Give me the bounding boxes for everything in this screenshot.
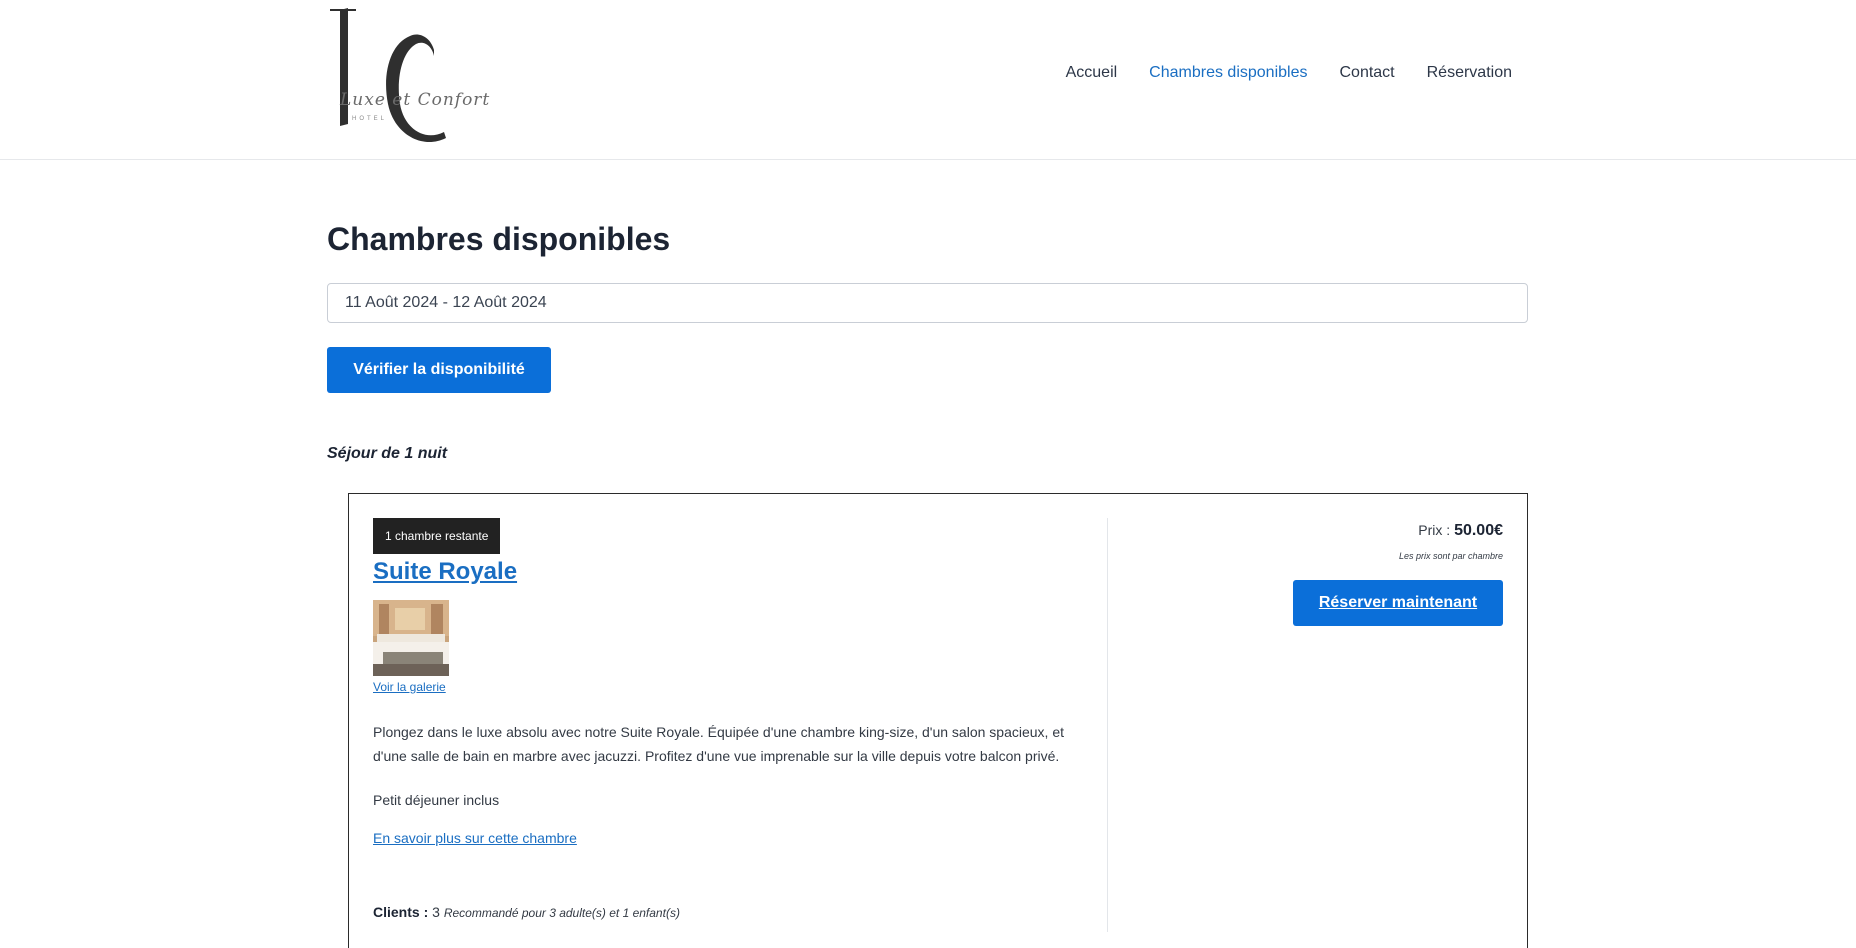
rooms-remaining-badge: 1 chambre restante <box>373 518 501 554</box>
room-card: 1 chambre restante Suite Royale Voir la … <box>348 493 1528 948</box>
logo-hotel-text: HOTEL <box>352 116 388 122</box>
card-divider <box>1107 518 1108 932</box>
price-label: Prix : <box>1418 522 1451 538</box>
room-thumbnail[interactable] <box>373 600 449 676</box>
price-note: Les prix sont par chambre <box>1398 551 1503 561</box>
nav-contact[interactable]: Contact <box>1339 64 1394 82</box>
site-header: Luxe et Confort HOTEL Accueil Chambres d… <box>0 0 1856 160</box>
logo-monogram-icon <box>330 8 446 143</box>
clients-info: Clients : 3 Recommandé pour 3 adulte(s) … <box>373 904 1093 920</box>
room-details-link[interactable]: En savoir plus sur cette chambre <box>373 830 1093 846</box>
room-price: Prix : 50.00€ <box>1418 522 1503 540</box>
date-range-input[interactable] <box>327 283 1528 323</box>
nav-accueil[interactable]: Accueil <box>1066 64 1118 82</box>
price-value: 50.00€ <box>1454 522 1503 539</box>
clients-count: 3 <box>432 904 440 920</box>
main-nav: Accueil Chambres disponibles Contact Rés… <box>1034 64 1512 82</box>
nav-chambres-disponibles[interactable]: Chambres disponibles <box>1149 64 1307 82</box>
logo-script-text: Luxe et Confort <box>340 90 491 110</box>
view-gallery-link[interactable]: Voir la galerie <box>373 680 1093 694</box>
hotel-logo[interactable]: Luxe et Confort HOTEL <box>326 4 489 150</box>
breakfast-info: Petit déjeuner inclus <box>373 792 500 808</box>
book-now-button[interactable]: Réserver maintenant <box>1293 580 1503 626</box>
room-details: 1 chambre restante Suite Royale Voir la … <box>373 518 1093 920</box>
clients-label: Clients : <box>373 904 429 920</box>
room-title-link[interactable]: Suite Royale <box>373 558 1093 586</box>
stay-duration-label: Séjour de 1 nuit <box>327 445 448 462</box>
page-title: Chambres disponibles <box>327 221 671 257</box>
clients-recommendation: Recommandé pour 3 adulte(s) et 1 enfant(… <box>443 906 680 920</box>
check-availability-button[interactable]: Vérifier la disponibilité <box>327 347 551 393</box>
room-description: Plongez dans le luxe absolu avec notre S… <box>373 724 1064 764</box>
nav-reservation[interactable]: Réservation <box>1427 64 1512 82</box>
